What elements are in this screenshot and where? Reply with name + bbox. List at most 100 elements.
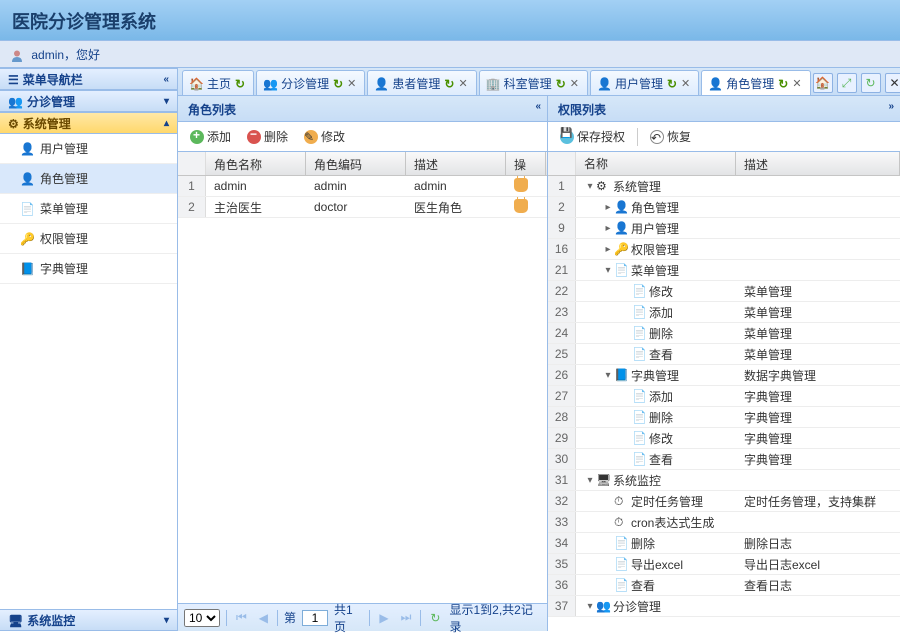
col-rownum[interactable] <box>548 152 576 175</box>
sidebar-panel-monitor[interactable]: 🖥系统监控 ▾ <box>0 609 177 631</box>
tab-refresh-icon[interactable]: ↻ <box>778 77 788 91</box>
cell-op[interactable] <box>506 176 546 197</box>
sidebar-item[interactable]: 📄菜单管理 <box>0 194 177 224</box>
pager-info: 显示1到2,共2记录 <box>449 601 541 635</box>
delete-button[interactable]: 删除 <box>241 125 294 148</box>
tab-close-icon[interactable]: ✕ <box>458 77 467 90</box>
add-button[interactable]: 添加 <box>184 125 237 148</box>
row-number: 2 <box>178 197 206 217</box>
cell-tree-name: 📄 修改 <box>576 281 736 302</box>
tree-toggle-icon[interactable]: ▾ <box>584 181 596 192</box>
menu-icon: ☰ <box>8 73 19 87</box>
tab[interactable]: 👥分诊管理 ↻✕ <box>256 70 365 95</box>
col-name[interactable]: 名称 <box>576 152 736 175</box>
tree-row[interactable]: 22 📄 修改 菜单管理 <box>548 281 900 302</box>
sidebar-panel-system[interactable]: ⚙系统管理 ▴ <box>0 112 177 134</box>
tree-toggle-icon[interactable]: ▾ <box>584 475 596 486</box>
col-code[interactable]: 角色编码 <box>306 152 406 175</box>
save-auth-button[interactable]: 保存授权 <box>554 125 631 148</box>
tab-close-icon[interactable]: ✕ <box>681 77 690 90</box>
tree-row[interactable]: 34 📄 删除 删除日志 <box>548 533 900 554</box>
tool-close-all[interactable]: ✕ <box>885 73 900 93</box>
tree-row[interactable]: 32 ⏱ 定时任务管理 定时任务管理，支持集群 <box>548 491 900 512</box>
tree-row[interactable]: 9 ▸ 👤 用户管理 <box>548 218 900 239</box>
tree-toggle-icon[interactable]: ▾ <box>602 265 614 276</box>
table-row[interactable]: 2 主治医生 doctor 医生角色 <box>178 197 547 218</box>
tab-refresh-icon[interactable]: ↻ <box>667 77 677 91</box>
col-op[interactable]: 操作 <box>506 152 546 175</box>
restore-button[interactable]: ↶恢复 <box>644 125 697 148</box>
tree-row[interactable]: 23 📄 添加 菜单管理 <box>548 302 900 323</box>
tree-row[interactable]: 28 📄 删除 字典管理 <box>548 407 900 428</box>
tab-refresh-icon[interactable]: ↻ <box>333 77 343 91</box>
tree-toggle-icon[interactable]: ▾ <box>584 601 596 612</box>
sidebar-item[interactable]: 📘字典管理 <box>0 254 177 284</box>
col-name[interactable]: 角色名称 <box>206 152 306 175</box>
grids: 角色名称 角色编码 描述 操作 1 admin admin admin 2 主治… <box>178 152 900 631</box>
tree-row[interactable]: 35 📄 导出excel 导出日志excel <box>548 554 900 575</box>
tab[interactable]: 🏠主页 ↻ <box>182 70 254 95</box>
tree-row[interactable]: 31 ▾ 🖥 系统监控 <box>548 470 900 491</box>
last-page[interactable]: ⏭ <box>398 610 415 625</box>
leaf-icon: 📄 <box>632 326 646 340</box>
tree-row[interactable]: 36 📄 查看 查看日志 <box>548 575 900 596</box>
tab-refresh-icon[interactable]: ↻ <box>235 77 245 91</box>
restore-icon: ↶ <box>650 130 664 144</box>
tree-row[interactable]: 16 ▸ 🔑 权限管理 <box>548 239 900 260</box>
tree-toggle-icon[interactable]: ▸ <box>602 202 614 213</box>
sidebar-item[interactable]: 👤角色管理 <box>0 164 177 194</box>
tree-row[interactable]: 33 ⏱ cron表达式生成 <box>548 512 900 533</box>
cell-op[interactable] <box>506 197 546 218</box>
edit-button[interactable]: ✎修改 <box>298 125 351 148</box>
col-desc[interactable]: 描述 <box>406 152 506 175</box>
pagesize-select[interactable]: 10 <box>184 609 220 627</box>
tool-home[interactable]: 🏠 <box>813 73 833 93</box>
lock-icon[interactable] <box>514 199 528 213</box>
tool-expand[interactable]: ⤢ <box>837 73 857 93</box>
tab[interactable]: 👤角色管理 ↻✕ <box>701 70 810 95</box>
tab-refresh-icon[interactable]: ↻ <box>444 77 454 91</box>
collapse-left-icon[interactable]: « <box>535 101 541 112</box>
tool-refresh[interactable]: ↻ <box>861 73 881 93</box>
tab-refresh-icon[interactable]: ↻ <box>556 77 566 91</box>
tab[interactable]: 👤用户管理 ↻✕ <box>590 70 699 95</box>
lock-icon[interactable] <box>514 178 528 192</box>
sidebar-item[interactable]: 👤用户管理 <box>0 134 177 164</box>
tab[interactable]: 🏢科室管理 ↻✕ <box>479 70 588 95</box>
sidebar-item[interactable]: 🔑权限管理 <box>0 224 177 254</box>
tab[interactable]: 👤患者管理 ↻✕ <box>367 70 476 95</box>
clock-icon: ⏱ <box>614 494 628 508</box>
first-page[interactable]: ⏮ <box>233 610 250 625</box>
sidebar-panel-nav[interactable]: ☰菜单导航栏 « <box>0 68 177 90</box>
refresh-page[interactable]: ↻ <box>427 611 443 625</box>
sidebar-system-body: 👤用户管理👤角色管理📄菜单管理🔑权限管理📘字典管理 <box>0 134 177 609</box>
tab-close-icon[interactable]: ✕ <box>792 77 801 90</box>
tree-row[interactable]: 29 📄 修改 字典管理 <box>548 428 900 449</box>
plus-icon <box>190 130 204 144</box>
col-rownum[interactable] <box>178 152 206 175</box>
prev-page[interactable]: ◀ <box>256 611 271 625</box>
tree-row[interactable]: 27 📄 添加 字典管理 <box>548 386 900 407</box>
chevron-down-icon: ▾ <box>164 615 169 626</box>
tree-row[interactable]: 24 📄 删除 菜单管理 <box>548 323 900 344</box>
tree-toggle-icon[interactable]: ▾ <box>602 370 614 381</box>
tree-row[interactable]: 26 ▾ 📘 字典管理 数据字典管理 <box>548 365 900 386</box>
tree-toggle-icon[interactable]: ▸ <box>602 244 614 255</box>
tree-row[interactable]: 25 📄 查看 菜单管理 <box>548 344 900 365</box>
tab-close-icon[interactable]: ✕ <box>347 77 356 90</box>
tree-row[interactable]: 37 ▾ 👥 分诊管理 <box>548 596 900 617</box>
row-number: 35 <box>548 554 576 574</box>
collapse-right-icon[interactable]: » <box>888 101 894 112</box>
sidebar-panel-triage[interactable]: 👥分诊管理 ▾ <box>0 90 177 112</box>
tree-row[interactable]: 21 ▾ 📄 菜单管理 <box>548 260 900 281</box>
tree-toggle-icon[interactable]: ▸ <box>602 223 614 234</box>
tab-close-icon[interactable]: ✕ <box>570 77 579 90</box>
next-page[interactable]: ▶ <box>376 611 391 625</box>
tree-row[interactable]: 2 ▸ 👤 角色管理 <box>548 197 900 218</box>
table-row[interactable]: 1 admin admin admin <box>178 176 547 197</box>
page-input[interactable] <box>302 610 328 626</box>
col-desc[interactable]: 描述 <box>736 152 900 175</box>
tree-row[interactable]: 1 ▾ ⚙ 系统管理 <box>548 176 900 197</box>
tree-label: 系统监控 <box>613 472 661 489</box>
tree-row[interactable]: 30 📄 查看 字典管理 <box>548 449 900 470</box>
